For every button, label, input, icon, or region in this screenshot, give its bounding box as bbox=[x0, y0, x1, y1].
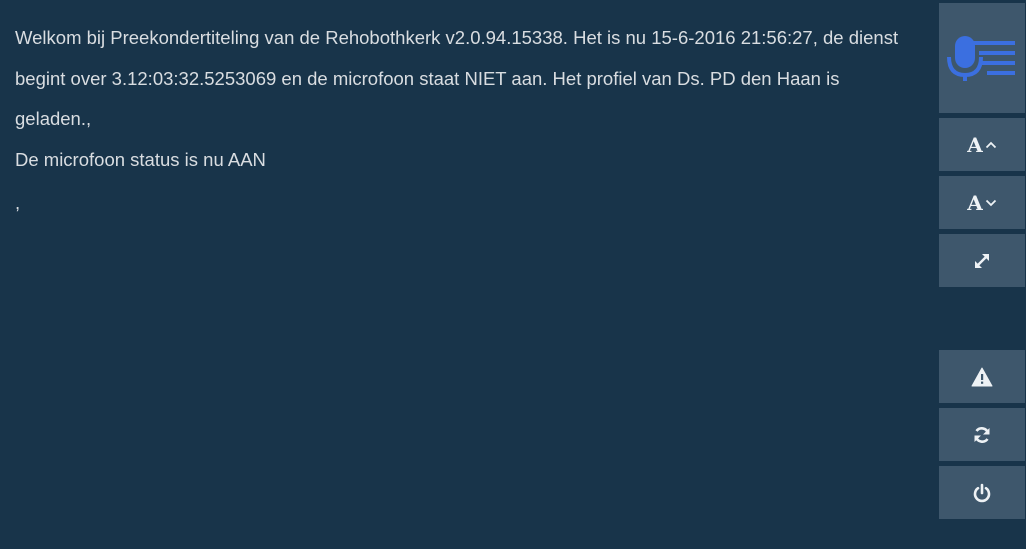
app-logo-button[interactable] bbox=[939, 3, 1025, 113]
power-button[interactable] bbox=[939, 466, 1025, 519]
font-letter: A bbox=[967, 132, 983, 157]
side-toolbar: A A bbox=[939, 0, 1025, 549]
expand-icon bbox=[975, 253, 989, 268]
refresh-button[interactable] bbox=[939, 408, 1025, 461]
font-letter: A bbox=[967, 190, 983, 215]
app-window: Welkom bij Preekondertiteling van de Reh… bbox=[0, 0, 1026, 549]
increase-font-button[interactable]: A bbox=[939, 118, 1025, 171]
transcript-line: De microfoon status is nu AAN bbox=[15, 148, 266, 170]
fullscreen-button[interactable] bbox=[939, 234, 1025, 287]
warning-button[interactable] bbox=[939, 350, 1025, 403]
microphone-subtitles-icon bbox=[947, 36, 1015, 81]
refresh-icon bbox=[974, 426, 990, 443]
warning-icon bbox=[971, 367, 993, 386]
power-icon bbox=[973, 483, 991, 502]
transcript-line: Welkom bij Preekondertiteling van de Reh… bbox=[15, 27, 899, 129]
decrease-font-button[interactable]: A bbox=[939, 176, 1025, 229]
chevron-up-icon bbox=[985, 141, 996, 148]
chevron-down-icon bbox=[985, 199, 996, 206]
transcript-area: Welkom bij Preekondertiteling van de Reh… bbox=[15, 18, 920, 226]
transcript-line: , bbox=[15, 192, 21, 213]
